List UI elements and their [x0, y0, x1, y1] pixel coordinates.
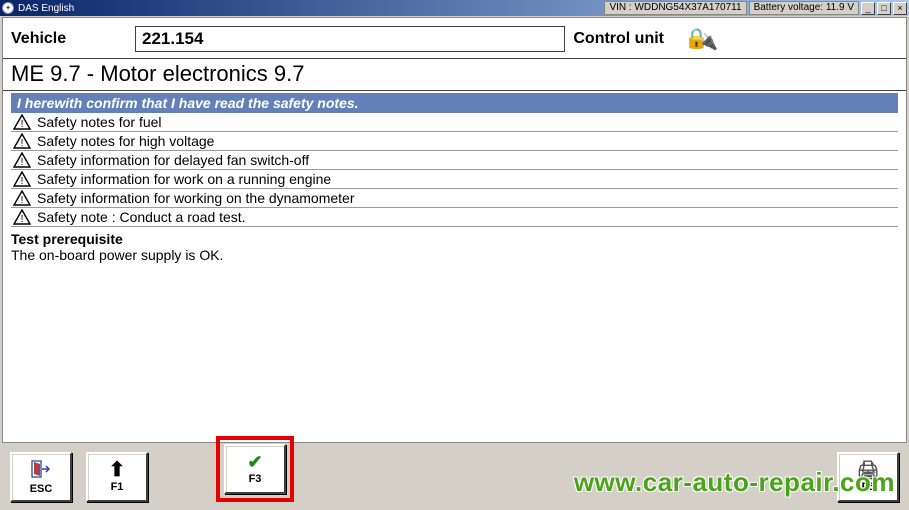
esc-button[interactable]: ESC — [10, 452, 72, 502]
safety-note-text: Safety notes for high voltage — [37, 133, 214, 149]
svg-text:!: ! — [21, 176, 24, 187]
minimize-button[interactable]: _ — [861, 2, 875, 15]
warning-icon: ! — [13, 114, 31, 130]
print-icon: 🖨 — [857, 461, 880, 479]
safety-note-row[interactable]: ! Safety information for working on the … — [11, 189, 898, 208]
plug-icon: 🔌 — [698, 32, 718, 52]
f5-label: F5 — [862, 481, 875, 493]
safety-note-row[interactable]: ! Safety notes for high voltage — [11, 132, 898, 151]
safety-note-text: Safety information for working on the dy… — [37, 190, 355, 206]
esc-label: ESC — [30, 483, 53, 495]
warning-icon: ! — [13, 171, 31, 187]
warning-icon: ! — [13, 190, 31, 206]
f1-label: F1 — [111, 481, 124, 493]
test-prereq-body: The on-board power supply is OK. — [11, 247, 898, 263]
f1-button[interactable]: ⬆ F1 — [86, 452, 148, 502]
control-unit-icon: 🔒 🔌 — [678, 24, 712, 54]
up-arrow-icon: ⬆ — [109, 461, 126, 479]
f3-button[interactable]: ✔ F3 — [224, 444, 286, 494]
f3-highlight: ✔ F3 — [216, 436, 294, 502]
control-unit-label: Control unit — [573, 30, 664, 48]
safety-note-text: Safety note : Conduct a road test. — [37, 209, 246, 225]
vehicle-label: Vehicle — [11, 30, 127, 48]
safety-note-row[interactable]: ! Safety note : Conduct a road test. — [11, 208, 898, 227]
safety-note-text: Safety notes for fuel — [37, 114, 162, 130]
safety-note-text: Safety information for work on a running… — [37, 171, 331, 187]
maximize-button[interactable]: □ — [877, 2, 891, 15]
checkmark-icon: ✔ — [247, 453, 262, 471]
content-area: I herewith confirm that I have read the … — [3, 91, 906, 442]
svg-text:!: ! — [21, 214, 24, 225]
f3-label: F3 — [249, 473, 262, 485]
svg-text:!: ! — [21, 195, 24, 206]
test-prereq-heading: Test prerequisite — [11, 231, 898, 247]
f5-button[interactable]: 🖨 F5 — [837, 452, 899, 502]
warning-icon: ! — [13, 152, 31, 168]
test-prerequisite: Test prerequisite The on-board power sup… — [11, 231, 898, 263]
footer-bar: ESC ⬆ F1 ✔ F3 🖨 F5 — [0, 444, 909, 502]
warning-icon: ! — [13, 133, 31, 149]
app-logo-icon: ✦ — [2, 2, 14, 14]
svg-text:!: ! — [21, 157, 24, 168]
safety-note-row[interactable]: ! Safety information for work on a runni… — [11, 170, 898, 189]
safety-note-row[interactable]: ! Safety information for delayed fan swi… — [11, 151, 898, 170]
vin-status: VIN : WDDNG54X37A170711 — [604, 1, 746, 15]
window-title: DAS English — [18, 3, 74, 14]
confirm-bar[interactable]: I herewith confirm that I have read the … — [11, 93, 898, 113]
svg-text:!: ! — [21, 119, 24, 130]
main-panel: Vehicle 221.154 Control unit 🔒 🔌 ME 9.7 … — [2, 17, 907, 443]
vehicle-value: 221.154 — [135, 26, 565, 52]
close-button[interactable]: × — [893, 2, 907, 15]
safety-note-text: Safety information for delayed fan switc… — [37, 152, 309, 168]
warning-icon: ! — [13, 209, 31, 225]
window-titlebar: ✦ DAS English VIN : WDDNG54X37A170711 Ba… — [0, 0, 909, 16]
safety-note-row[interactable]: ! Safety notes for fuel — [11, 113, 898, 132]
header-row: Vehicle 221.154 Control unit 🔒 🔌 — [3, 18, 906, 58]
exit-door-icon — [31, 460, 51, 481]
svg-text:!: ! — [21, 138, 24, 149]
ecu-title: ME 9.7 - Motor electronics 9.7 — [3, 58, 906, 91]
battery-status: Battery voltage: 11.9 V — [749, 1, 859, 15]
